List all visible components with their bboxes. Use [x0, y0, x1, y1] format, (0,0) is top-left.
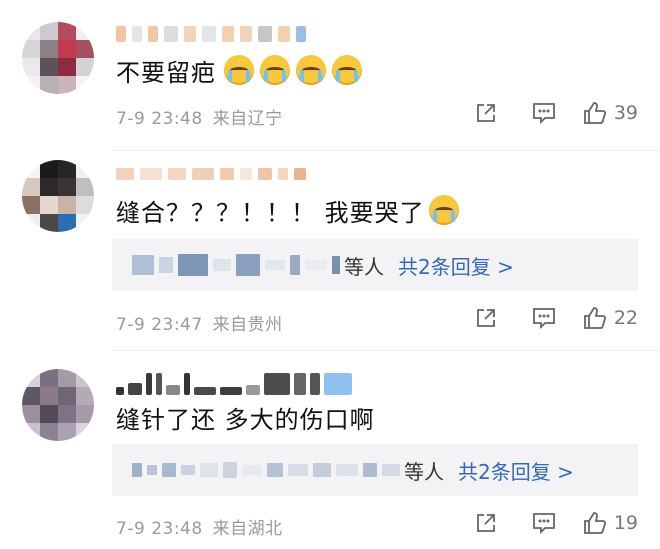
crying-face-icon	[428, 195, 459, 225]
like-button[interactable]: 22	[582, 304, 638, 332]
crying-face-icon	[224, 55, 254, 85]
comment-text-body: 缝合？？？！！！ 我要哭了	[116, 198, 425, 227]
like-count: 39	[613, 102, 638, 124]
reply-preview[interactable]: 等人 共2条回复 >	[112, 444, 638, 496]
comment-button[interactable]	[524, 99, 564, 127]
like-count: 22	[613, 307, 638, 329]
reply-users-blurred	[132, 254, 340, 276]
comment-meta: 7-9 23:48 来自辽宁	[116, 104, 283, 129]
view-replies-link[interactable]: 共2条回复 >	[458, 456, 574, 485]
comment-item: 缝合？？？！！！ 我要哭了 等人 共2条回复 > 7-9 23:47 来自贵州	[0, 150, 660, 355]
comment-text: 缝合？？？！！！ 我要哭了	[116, 192, 459, 228]
comment-time: 23:47	[151, 315, 203, 335]
avatar[interactable]	[22, 22, 94, 94]
crying-face-icon	[260, 55, 290, 85]
comment-button[interactable]	[524, 509, 564, 537]
comment-text: 缝针了还 多大的伤口啊	[116, 399, 375, 435]
comment-location: 来自辽宁	[212, 109, 283, 129]
share-icon	[476, 514, 495, 532]
like-button[interactable]: 39	[582, 99, 638, 127]
comment-meta: 7-9 23:47 来自贵州	[116, 310, 283, 335]
comment-meta: 7-9 23:48 来自湖北	[116, 514, 283, 539]
comment-actions: 39	[448, 99, 638, 127]
share-icon	[476, 104, 495, 122]
comment-item: 不要留疤 7-9 23:48 来自辽宁 39	[0, 0, 660, 150]
share-button[interactable]	[466, 509, 506, 537]
comment-icon	[532, 308, 555, 330]
username-blurred[interactable]	[116, 26, 306, 42]
thumbs-up-icon	[583, 307, 606, 329]
comment-actions: 19	[448, 509, 638, 537]
comment-date: 7-9	[116, 315, 146, 335]
comment-date: 7-9	[116, 109, 146, 129]
share-icon	[476, 309, 495, 327]
share-button[interactable]	[466, 304, 506, 332]
thumbs-up-icon	[583, 512, 606, 534]
reply-users-blurred	[132, 462, 400, 478]
comment-actions: 22	[448, 304, 638, 332]
username-blurred[interactable]	[116, 168, 306, 180]
comment-text-body: 不要留疤	[116, 58, 216, 87]
crying-face-icon	[332, 55, 362, 85]
comment-time: 23:48	[151, 109, 203, 129]
comment-icon	[532, 513, 555, 535]
comment-text: 不要留疤	[116, 52, 362, 88]
crying-face-icon	[296, 55, 326, 85]
username-blurred[interactable]	[116, 373, 352, 395]
divider	[112, 350, 660, 351]
share-button[interactable]	[466, 99, 506, 127]
comment-location: 来自湖北	[212, 519, 283, 539]
comment-text-body: 缝针了还 多大的伤口啊	[116, 405, 375, 434]
comment-icon	[532, 103, 555, 125]
comment-date: 7-9	[116, 519, 146, 539]
avatar[interactable]	[22, 160, 94, 232]
reply-users-suffix: 等人	[404, 459, 444, 484]
comment-item: 缝针了还 多大的伤口啊 等人 共2条回复 > 7-9 23:48 来自湖北 19	[0, 355, 660, 549]
reply-preview[interactable]: 等人 共2条回复 >	[112, 239, 638, 291]
like-button[interactable]: 19	[582, 509, 638, 537]
comment-button[interactable]	[524, 304, 564, 332]
comment-time: 23:48	[151, 519, 203, 539]
view-replies-link[interactable]: 共2条回复 >	[398, 251, 514, 280]
like-count: 19	[613, 512, 638, 534]
avatar[interactable]	[22, 369, 94, 441]
thumbs-up-icon	[583, 102, 606, 124]
comment-location: 来自贵州	[212, 315, 283, 335]
reply-users-suffix: 等人	[344, 254, 384, 279]
